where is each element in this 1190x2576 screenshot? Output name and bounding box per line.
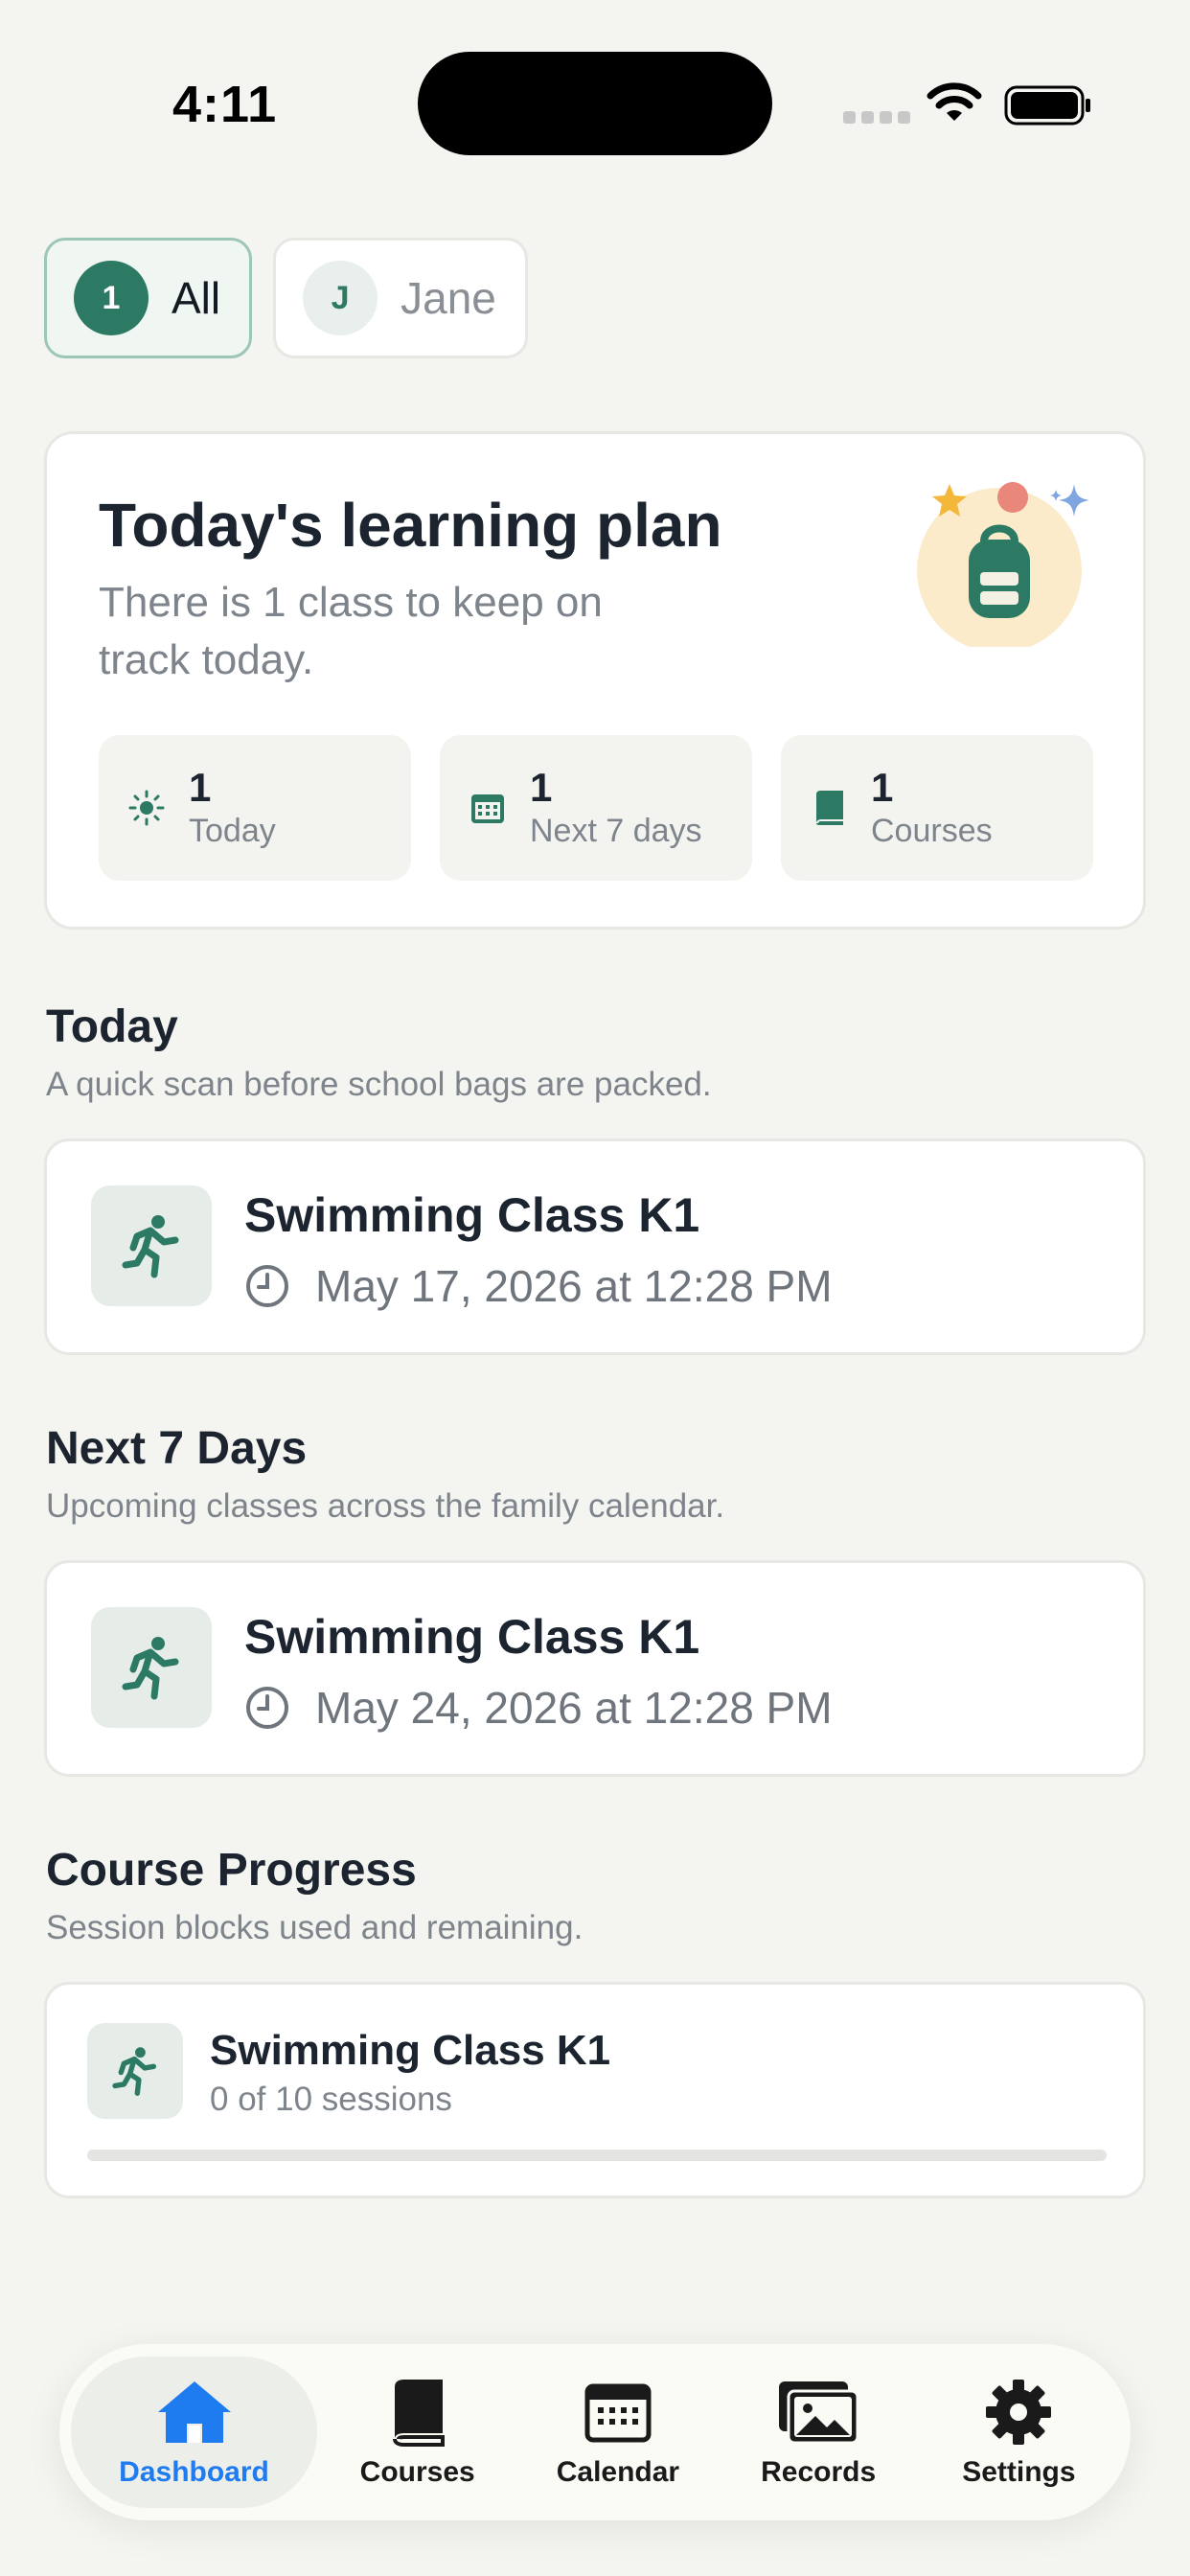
battery-icon: [1004, 85, 1090, 126]
tab-label: Calendar: [556, 2456, 680, 2488]
running-person-icon: [91, 1185, 212, 1306]
tab-records[interactable]: Records: [719, 2357, 919, 2508]
class-card-next7[interactable]: Swimming Class K1 May 24, 2026 at 12:28 …: [44, 1560, 1146, 1777]
stat-value: 1: [871, 765, 894, 810]
class-datetime: May 24, 2026 at 12:28 PM: [315, 1683, 833, 1733]
today-section-title: Today: [46, 1001, 178, 1052]
progress-section-title: Course Progress: [46, 1845, 417, 1896]
stat-label: Next 7 days: [530, 813, 702, 849]
learning-plan-card: Today's learning plan There is 1 class t…: [44, 431, 1146, 930]
filter-chip-all[interactable]: 1 All: [44, 238, 253, 358]
plan-stats: 1 Today 1 Next 7 days 1 Courses: [99, 735, 1093, 881]
next7-section-title: Next 7 Days: [46, 1423, 308, 1474]
chip-label: Jane: [400, 273, 496, 323]
stat-value: 1: [530, 765, 553, 810]
house-icon: [153, 2376, 236, 2449]
stat-label: Today: [189, 813, 276, 849]
stat-today: 1 Today: [99, 735, 411, 881]
tab-label: Settings: [962, 2456, 1076, 2488]
filter-chip-jane[interactable]: J Jane: [273, 238, 528, 358]
tab-label: Records: [761, 2456, 877, 2488]
profile-filter: 1 All J Jane: [44, 238, 528, 358]
progress-section-subtitle: Session blocks used and remaining.: [46, 1909, 584, 1946]
tab-settings[interactable]: Settings: [919, 2357, 1119, 2508]
tab-bar: Dashboard Courses Calendar Records Setti…: [59, 2344, 1131, 2520]
calendar-icon: [467, 787, 509, 829]
course-name: Swimming Class K1: [210, 2027, 611, 2074]
next7-section-subtitle: Upcoming classes across the family calen…: [46, 1487, 725, 1525]
plan-subtitle: There is 1 class to keep on track today.: [99, 579, 603, 683]
calendar-icon: [577, 2376, 659, 2449]
progress-bar: [87, 2150, 1107, 2161]
gear-icon: [977, 2376, 1060, 2449]
class-time: May 24, 2026 at 12:28 PM: [244, 1682, 833, 1734]
clock-icon: [246, 1687, 288, 1729]
status-time: 4:11: [172, 76, 278, 133]
class-name: Swimming Class K1: [244, 1610, 700, 1664]
tab-courses[interactable]: Courses: [317, 2357, 517, 2508]
avatar: J: [303, 261, 378, 335]
stat-value: 1: [189, 765, 212, 810]
book-icon: [808, 787, 850, 829]
stat-courses: 1 Courses: [781, 735, 1093, 881]
tab-calendar[interactable]: Calendar: [517, 2357, 718, 2508]
tab-dashboard[interactable]: Dashboard: [71, 2357, 318, 2508]
running-person-icon: [91, 1607, 212, 1728]
dynamic-island: [418, 52, 772, 155]
cellular-signal-icon: [843, 111, 910, 124]
stat-label: Courses: [871, 813, 993, 849]
count-badge: 1: [74, 261, 149, 335]
sun-icon: [126, 787, 168, 829]
class-time: May 17, 2026 at 12:28 PM: [244, 1260, 833, 1312]
wifi-icon: [927, 82, 982, 121]
session-count: 0 of 10 sessions: [210, 2081, 452, 2118]
tab-label: Dashboard: [119, 2456, 269, 2488]
chip-label: All: [172, 273, 221, 323]
tab-label: Courses: [359, 2456, 475, 2488]
class-name: Swimming Class K1: [244, 1188, 700, 1242]
course-progress-card[interactable]: Swimming Class K1 0 of 10 sessions: [44, 1982, 1146, 2198]
running-person-icon: [87, 2023, 183, 2119]
clock-icon: [246, 1265, 288, 1307]
today-section-subtitle: A quick scan before school bags are pack…: [46, 1066, 712, 1103]
plan-title: Today's learning plan: [99, 491, 722, 560]
photos-icon: [777, 2376, 859, 2449]
stat-next-7-days: 1 Next 7 days: [440, 735, 752, 881]
backpack-illustration-icon: [917, 482, 1089, 647]
book-icon: [377, 2376, 459, 2449]
class-datetime: May 17, 2026 at 12:28 PM: [315, 1261, 833, 1311]
class-card-today[interactable]: Swimming Class K1 May 17, 2026 at 12:28 …: [44, 1138, 1146, 1355]
